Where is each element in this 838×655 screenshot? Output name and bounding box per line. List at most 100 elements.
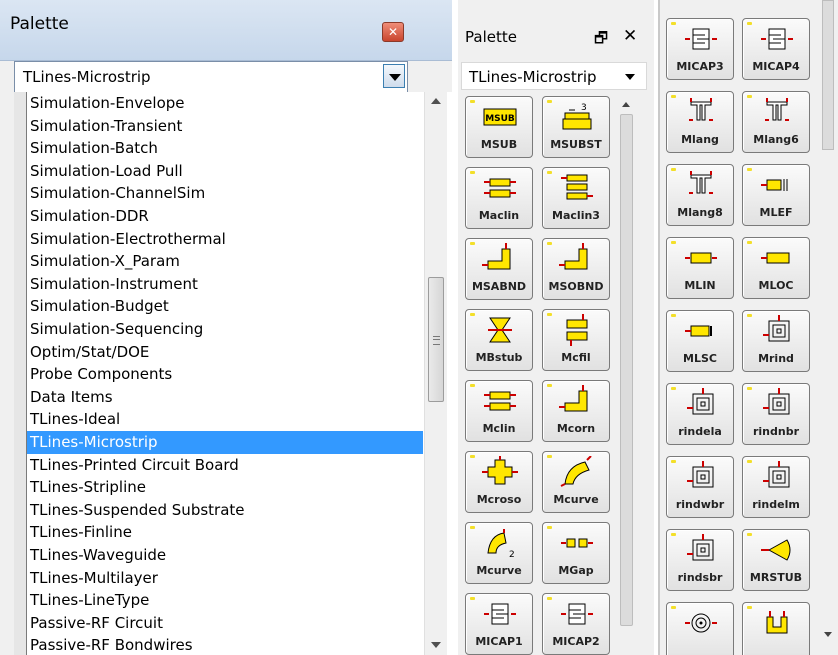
palette-library-option[interactable]: TLines-Multilayer xyxy=(27,567,423,590)
tile-marker xyxy=(470,313,475,316)
list-scrollbar[interactable] xyxy=(424,92,447,655)
grip-icon xyxy=(433,336,440,345)
component-tile[interactable]: Maclin xyxy=(465,167,533,229)
close-icon[interactable]: ✕ xyxy=(382,22,404,42)
scroll-down-icon[interactable] xyxy=(431,642,441,648)
chevron-down-icon[interactable] xyxy=(383,64,405,88)
palette-library-option[interactable]: Data Items xyxy=(27,386,423,409)
component-tile[interactable]: Mlang8 xyxy=(666,164,734,226)
chevron-down-icon[interactable] xyxy=(625,74,635,80)
palette-library-option[interactable]: Simulation-Load Pull xyxy=(27,160,423,183)
scrollbar-thumb[interactable] xyxy=(620,114,633,626)
palette-library-option[interactable]: TLines-Stripline xyxy=(27,476,423,499)
palette-library-option[interactable]: TLines-Suspended Substrate xyxy=(27,499,423,522)
palette-library-option[interactable]: Simulation-Transient xyxy=(27,115,423,138)
scrollbar-thumb[interactable] xyxy=(428,277,444,402)
component-tile[interactable]: Mcurve xyxy=(542,451,610,513)
component-tile[interactable]: MICAP4 xyxy=(742,18,810,80)
palette-library-option[interactable]: TLines-Printed Circuit Board xyxy=(27,454,423,477)
svg-text:MSUB: MSUB xyxy=(485,114,515,124)
palette-library-option[interactable]: Simulation-DDR xyxy=(27,205,423,228)
component-tile[interactable]: MLSC xyxy=(666,310,734,372)
tile-marker xyxy=(747,606,752,609)
palette-library-option[interactable]: Simulation-Budget xyxy=(27,295,423,318)
float-window-icon[interactable]: 🗗 xyxy=(594,28,608,53)
tile-marker xyxy=(470,242,475,245)
scroll-up-icon[interactable] xyxy=(622,102,630,107)
component-tile[interactable]: rindwbr xyxy=(666,456,734,518)
component-tile[interactable]: MSABND xyxy=(465,238,533,300)
palette-library-option[interactable]: Simulation-ChannelSim xyxy=(27,182,423,205)
palette-library-option[interactable]: TLines-Waveguide xyxy=(27,544,423,567)
component-tile[interactable]: MICAP3 xyxy=(666,18,734,80)
component-tile[interactable]: MLEF xyxy=(742,164,810,226)
tile-marker xyxy=(671,241,676,244)
scroll-down-icon[interactable] xyxy=(824,632,832,637)
component-tile[interactable]: MLOC xyxy=(742,237,810,299)
component-tile[interactable] xyxy=(666,602,734,655)
palette-library-option[interactable]: Probe Components xyxy=(27,363,423,386)
close-icon[interactable]: ✕ xyxy=(623,26,637,46)
component-label: Maclin xyxy=(478,209,520,222)
component-tile[interactable]: MBstub xyxy=(465,309,533,371)
palette-library-option[interactable]: Simulation-Sequencing xyxy=(27,318,423,341)
component-tile[interactable]: rindelm xyxy=(742,456,810,518)
component-tile[interactable]: Mclin xyxy=(465,380,533,442)
palette-library-option[interactable]: Optim/Stat/DOE xyxy=(27,341,423,364)
component-tile[interactable]: MGap xyxy=(542,522,610,584)
component-tile[interactable]: MICAP1 xyxy=(465,593,533,655)
palette-title: Palette xyxy=(465,28,517,46)
tile-marker xyxy=(547,597,552,600)
component-tile[interactable]: rindsbr xyxy=(666,529,734,591)
component-tile[interactable]: 2 Mcurve xyxy=(465,522,533,584)
tile-marker xyxy=(747,460,752,463)
component-tile[interactable] xyxy=(742,602,810,655)
component-tile[interactable]: rindnbr xyxy=(742,383,810,445)
palette-library-select[interactable]: TLines-Microstrip xyxy=(14,61,408,93)
component-label: Mcurve xyxy=(553,493,599,506)
palette-library-option[interactable]: Simulation-Batch xyxy=(27,137,423,160)
component-tile[interactable]: Mrind xyxy=(742,310,810,372)
palette-library-option[interactable]: TLines-Finline xyxy=(27,521,423,544)
component-tile[interactable]: MRSTUB xyxy=(742,529,810,591)
component-tile[interactable]: MICAP2 xyxy=(542,593,610,655)
component-label: Mcroso xyxy=(476,493,522,506)
component-label: Mcfil xyxy=(561,351,591,364)
component-tile[interactable]: 3 MSUBST xyxy=(542,96,610,158)
tile-marker xyxy=(547,171,552,174)
component-tile[interactable]: Mcorn xyxy=(542,380,610,442)
component-label: rindelm xyxy=(752,498,800,511)
component-tile[interactable]: Mlang6 xyxy=(742,91,810,153)
grid-scrollbar[interactable] xyxy=(618,92,635,655)
component-tile[interactable]: MLIN xyxy=(666,237,734,299)
component-tile[interactable]: Mlang xyxy=(666,91,734,153)
tile-marker xyxy=(671,387,676,390)
tile-marker xyxy=(470,526,475,529)
tile-marker xyxy=(470,597,475,600)
palette-library-option[interactable]: TLines-Ideal xyxy=(27,408,423,431)
component-tile[interactable]: Mcroso xyxy=(465,451,533,513)
component-tile[interactable]: Mcfil xyxy=(542,309,610,371)
palette-library-option[interactable]: Simulation-Electrothermal xyxy=(27,228,423,251)
component-tile[interactable]: MSUB MSUB xyxy=(465,96,533,158)
palette-library-option[interactable]: Simulation-Instrument xyxy=(27,273,423,296)
component-tile[interactable]: Maclin3 xyxy=(542,167,610,229)
tile-marker xyxy=(671,460,676,463)
component-label: MSUBST xyxy=(550,138,602,151)
scroll-up-icon[interactable] xyxy=(431,98,441,104)
component-label: Mcurve xyxy=(476,564,522,577)
palette-library-select[interactable]: TLines-Microstrip xyxy=(461,62,647,90)
tile-marker xyxy=(547,242,552,245)
palette-library-option[interactable]: TLines-Microstrip xyxy=(27,431,423,454)
palette-library-option[interactable]: Passive-RF Bondwires xyxy=(27,634,423,655)
component-tile[interactable]: MSOBND xyxy=(542,238,610,300)
palette-library-option[interactable]: Simulation-Envelope xyxy=(27,92,423,115)
palette-library-option[interactable]: Passive-RF Circuit xyxy=(27,612,423,635)
component-tile[interactable]: rindela xyxy=(666,383,734,445)
palette-library-option[interactable]: Simulation-X_Param xyxy=(27,250,423,273)
scrollbar-thumb[interactable] xyxy=(822,0,834,150)
component-label: MGap xyxy=(558,564,594,577)
grid-scrollbar[interactable] xyxy=(820,0,836,655)
component-label: rindsbr xyxy=(677,571,723,584)
palette-library-option[interactable]: TLines-LineType xyxy=(27,589,423,612)
